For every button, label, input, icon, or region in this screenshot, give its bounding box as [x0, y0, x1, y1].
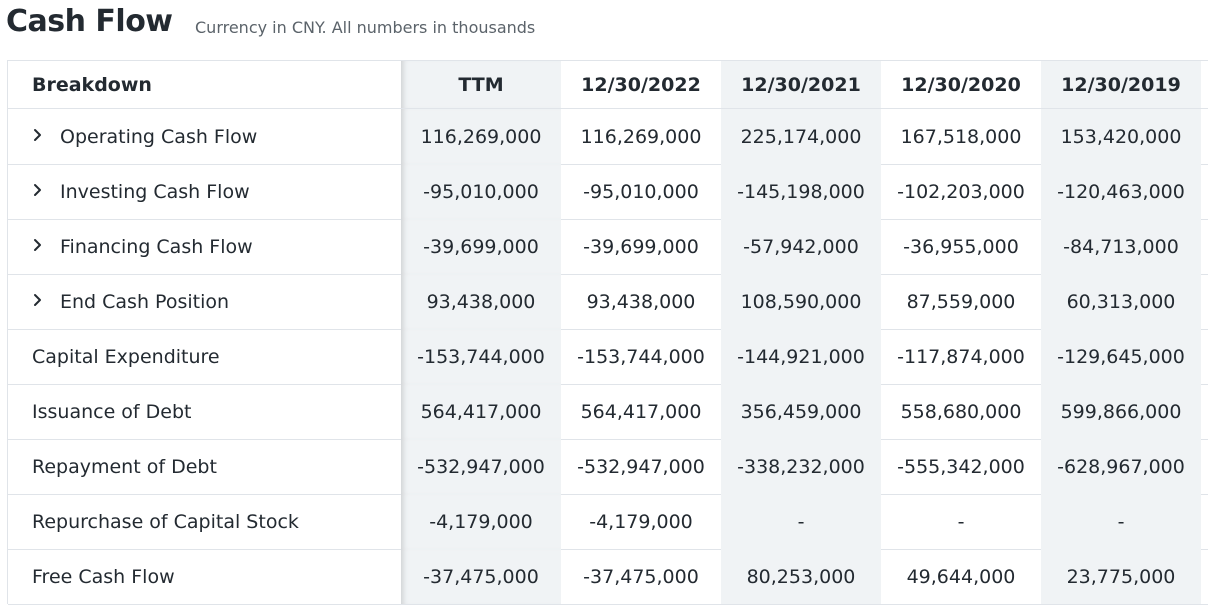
- value-cell: -95,010,000: [583, 180, 699, 203]
- value-cell: -37,475,000: [583, 565, 699, 588]
- table-row: Issuance of Debt 564,417,000 564,417,000 35…: [8, 384, 1208, 440]
- currency-note: Currency in CNY. All numbers in thousand…: [195, 18, 536, 37]
- table-row: Repayment of Debt -532,947,000 -532,947,00…: [8, 439, 1208, 495]
- chevron-right-icon[interactable]: [32, 126, 56, 147]
- value-cell: 93,438,000: [401, 274, 561, 329]
- row-label-text: Free Cash Flow: [32, 565, 175, 588]
- value-cell: -153,744,000: [577, 345, 705, 368]
- value-cell: -4,179,000: [401, 494, 561, 549]
- value-cell: -532,947,000: [401, 439, 561, 494]
- table-row[interactable]: Investing Cash Flow -95,010,000 -95,010,00…: [8, 164, 1208, 220]
- value-cell: -: [1041, 494, 1201, 549]
- row-label: Issuance of Debt: [8, 384, 400, 439]
- value-cell: 153,420,000: [1041, 109, 1201, 164]
- value-cell: 49,644,000: [906, 565, 1016, 588]
- value-cell: -555,342,000: [897, 455, 1025, 478]
- row-label-text: Operating Cash Flow: [60, 125, 258, 148]
- row-label-text: Repurchase of Capital Stock: [32, 510, 299, 533]
- chevron-right-icon[interactable]: [32, 181, 56, 202]
- value-cell: -39,699,000: [401, 219, 561, 274]
- table-row[interactable]: Operating Cash Flow 116,269,000 116,269,00…: [8, 109, 1208, 165]
- value-cell: -36,955,000: [903, 235, 1019, 258]
- table-row: Free Cash Flow -37,475,000 -37,475,000 80,2…: [8, 549, 1208, 605]
- row-label-text: End Cash Position: [60, 290, 230, 313]
- row-label-text: Repayment of Debt: [32, 455, 217, 478]
- value-cell: 116,269,000: [580, 125, 702, 148]
- value-cell: 60,313,000: [1041, 274, 1201, 329]
- value-cell: 116,269,000: [401, 109, 561, 164]
- value-cell: 167,518,000: [900, 125, 1022, 148]
- value-cell: 599,866,000: [1041, 384, 1201, 439]
- row-label-text: Financing Cash Flow: [60, 235, 253, 258]
- value-cell: -39,699,000: [583, 235, 699, 258]
- chevron-right-icon[interactable]: [32, 236, 56, 257]
- value-cell: -: [721, 494, 881, 549]
- table-row: Repurchase of Capital Stock -4,179,000 -4,…: [8, 494, 1208, 550]
- value-cell: 108,590,000: [721, 274, 881, 329]
- value-cell: -129,645,000: [1041, 329, 1201, 384]
- value-cell: -57,942,000: [721, 219, 881, 274]
- table-row[interactable]: End Cash Position 93,438,000 93,438,000 108…: [8, 274, 1208, 330]
- column-header-2021: 12/30/2021: [721, 61, 881, 108]
- row-label-text: Investing Cash Flow: [60, 180, 250, 203]
- value-cell: -: [957, 510, 965, 533]
- cash-flow-table: Breakdown TTM 12/30/2022 12/30/2021 12/3…: [7, 60, 1208, 605]
- value-cell: -95,010,000: [401, 164, 561, 219]
- value-cell: -532,947,000: [577, 455, 705, 478]
- column-header-2022: 12/30/2022: [581, 73, 701, 96]
- table-row: Capital Expenditure -153,744,000 -153,744,…: [8, 329, 1208, 385]
- row-label-text: Issuance of Debt: [32, 400, 192, 423]
- row-label: Free Cash Flow: [8, 549, 400, 604]
- value-cell: -120,463,000: [1041, 164, 1201, 219]
- column-header-2019: 12/30/2019: [1041, 61, 1201, 108]
- value-cell: -102,203,000: [897, 180, 1025, 203]
- value-cell: -153,744,000: [401, 329, 561, 384]
- page-header: Cash Flow Currency in CNY. All numbers i…: [6, 0, 1206, 56]
- value-cell: -117,874,000: [897, 345, 1025, 368]
- row-label[interactable]: Financing Cash Flow: [8, 219, 400, 274]
- value-cell: -338,232,000: [721, 439, 881, 494]
- value-cell: 225,174,000: [721, 109, 881, 164]
- value-cell: -84,713,000: [1041, 219, 1201, 274]
- row-label[interactable]: End Cash Position: [8, 274, 400, 329]
- row-label: Capital Expenditure: [8, 329, 400, 384]
- value-cell: 87,559,000: [906, 290, 1016, 313]
- row-label[interactable]: Operating Cash Flow: [8, 109, 400, 164]
- row-label: Repurchase of Capital Stock: [8, 494, 400, 549]
- value-cell: 356,459,000: [721, 384, 881, 439]
- column-header-2020: 12/30/2020: [901, 73, 1021, 96]
- value-cell: 564,417,000: [580, 400, 702, 423]
- value-cell: 23,775,000: [1041, 549, 1201, 604]
- row-label: Repayment of Debt: [8, 439, 400, 494]
- value-cell: -144,921,000: [721, 329, 881, 384]
- column-header-ttm: TTM: [401, 61, 561, 108]
- table-row[interactable]: Financing Cash Flow -39,699,000 -39,699,00…: [8, 219, 1208, 275]
- value-cell: 80,253,000: [721, 549, 881, 604]
- value-cell: -37,475,000: [401, 549, 561, 604]
- row-label-text: Capital Expenditure: [32, 345, 220, 368]
- value-cell: 564,417,000: [401, 384, 561, 439]
- row-label[interactable]: Investing Cash Flow: [8, 164, 400, 219]
- value-cell: -4,179,000: [589, 510, 693, 533]
- value-cell: 558,680,000: [900, 400, 1022, 423]
- value-cell: -145,198,000: [721, 164, 881, 219]
- value-cell: 93,438,000: [586, 290, 696, 313]
- column-header-breakdown: Breakdown: [32, 73, 152, 96]
- chevron-right-icon[interactable]: [32, 291, 56, 312]
- value-cell: -628,967,000: [1041, 439, 1201, 494]
- page-title: Cash Flow: [6, 4, 173, 39]
- table-header-row: Breakdown TTM 12/30/2022 12/30/2021 12/3…: [8, 61, 1208, 109]
